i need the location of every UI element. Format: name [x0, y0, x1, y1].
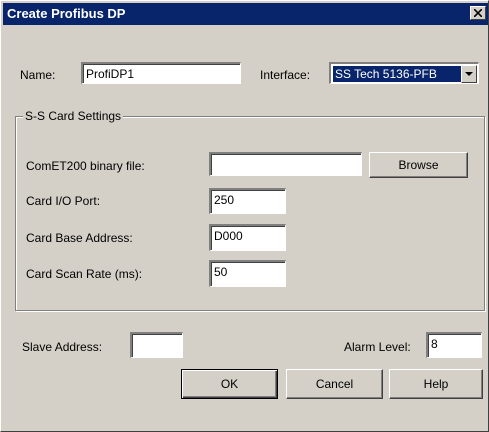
create-profibus-dialog: Create Profibus DP Name: ProfiDP1 Interf…: [0, 0, 489, 432]
interface-select[interactable]: SS Tech 5136-PFB: [329, 62, 479, 84]
base-address-field[interactable]: D000: [209, 224, 286, 251]
io-port-label: Card I/O Port:: [26, 194, 101, 208]
window-title: Create Profibus DP: [7, 6, 126, 21]
group-title: S-S Card Settings: [23, 109, 124, 123]
browse-button-label: Browse: [398, 158, 439, 172]
binary-file-field[interactable]: [209, 152, 362, 176]
scan-rate-label: Card Scan Rate (ms):: [26, 267, 143, 281]
scan-rate-field[interactable]: 50: [209, 260, 286, 287]
interface-dropdown-button[interactable]: [461, 65, 477, 83]
title-bar[interactable]: Create Profibus DP: [3, 3, 488, 25]
interface-selected-value: SS Tech 5136-PFB: [332, 65, 462, 83]
help-button[interactable]: Help: [389, 369, 483, 399]
slave-address-field[interactable]: [130, 332, 183, 358]
alarm-level-label: Alarm Level:: [344, 340, 411, 354]
help-button-label: Help: [423, 377, 449, 391]
slave-address-label: Slave Address:: [22, 340, 103, 354]
close-button[interactable]: [470, 6, 486, 20]
interface-label: Interface:: [260, 68, 311, 82]
base-address-label: Card Base Address:: [26, 231, 133, 245]
io-port-field[interactable]: 250: [209, 188, 286, 214]
alarm-level-field[interactable]: 8: [426, 332, 482, 358]
name-label: Name:: [20, 68, 56, 82]
ok-button[interactable]: OK: [181, 369, 278, 399]
name-field[interactable]: ProfiDP1: [81, 62, 241, 84]
binary-file-label: ComET200 binary file:: [26, 159, 145, 173]
chevron-down-icon: [465, 72, 473, 76]
close-icon: [474, 9, 482, 17]
cancel-button[interactable]: Cancel: [286, 369, 383, 399]
cancel-button-label: Cancel: [315, 377, 354, 391]
browse-button[interactable]: Browse: [369, 152, 468, 178]
ok-button-label: OK: [220, 377, 239, 391]
